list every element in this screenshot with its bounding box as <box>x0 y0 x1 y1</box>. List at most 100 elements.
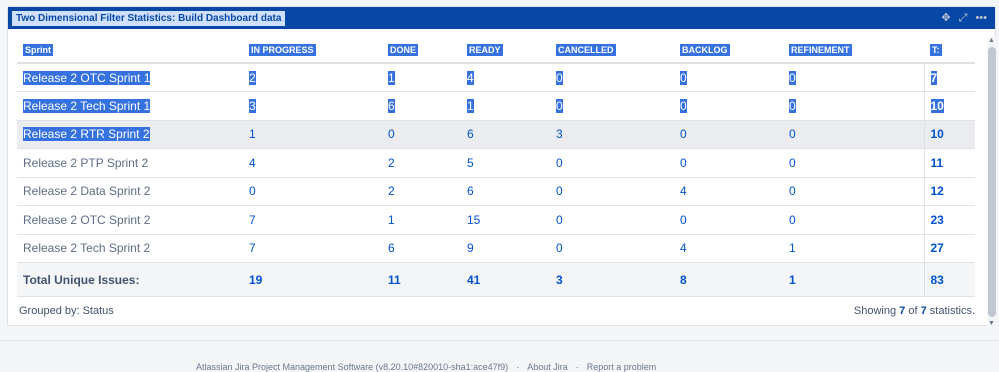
table-cell[interactable]: 0 <box>789 63 924 92</box>
table-row: Release 2 OTC Sprint 1 2 1 4 0 0 0 7 <box>17 63 975 92</box>
table-row: Release 2 OTC Sprint 2 7 1 15 0 0 0 23 <box>17 205 975 235</box>
summary-total[interactable]: 83 <box>923 262 975 297</box>
gadget-title: Two Dimensional Filter Statistics: Build… <box>12 10 286 26</box>
table-row: Release 2 RTR Sprint 2 1 0 6 3 0 0 10 <box>17 120 975 149</box>
row-total[interactable]: 10 <box>923 91 975 121</box>
table-cell[interactable]: 4 <box>680 177 789 206</box>
showing-statistics: Showing 7 of 7 statistics. <box>853 305 975 317</box>
row-label[interactable]: Release 2 OTC Sprint 2 <box>17 205 249 235</box>
gadget: Two Dimensional Filter Statistics: Build… <box>7 6 997 327</box>
table-cell[interactable]: 1 <box>388 205 467 235</box>
table-cell[interactable]: 7 <box>249 234 388 263</box>
table-cell[interactable]: 2 <box>249 63 388 92</box>
row-total[interactable]: 27 <box>923 234 975 263</box>
row-total[interactable]: 7 <box>923 63 975 92</box>
table-cell[interactable]: 6 <box>388 91 467 121</box>
table-cell[interactable]: 0 <box>789 120 924 149</box>
column-header-done[interactable]: DONE <box>388 37 467 63</box>
summary-row: Total Unique Issues: 19 11 41 3 8 1 83 <box>17 262 975 297</box>
row-label[interactable]: Release 2 RTR Sprint 2 <box>17 120 249 149</box>
scrollbar-thumb[interactable] <box>988 47 996 317</box>
table-row: Release 2 Data Sprint 2 0 2 6 0 4 0 12 <box>17 177 975 206</box>
vertical-scrollbar[interactable]: ▲ ▼ <box>987 37 997 327</box>
column-header-sprint[interactable]: Sprint <box>17 37 249 63</box>
table-cell[interactable]: 4 <box>249 148 388 178</box>
table-row: Release 2 Tech Sprint 1 3 6 1 0 0 0 10 <box>17 91 975 121</box>
gadget-tools: ✥ ⤢ ••• <box>941 10 987 26</box>
row-total[interactable]: 10 <box>923 120 975 149</box>
table-cell[interactable]: 4 <box>680 234 789 263</box>
scroll-up-icon[interactable]: ▲ <box>988 37 995 44</box>
table-cell[interactable]: 15 <box>467 205 556 235</box>
table-cell[interactable]: 0 <box>789 177 924 206</box>
table-row: Release 2 Tech Sprint 2 7 6 9 0 4 1 27 <box>17 234 975 263</box>
summary-cell[interactable]: 19 <box>249 262 388 297</box>
table-cell[interactable]: 3 <box>556 120 680 149</box>
column-header-cancelled[interactable]: CANCELLED <box>556 37 680 63</box>
table-cell[interactable]: 0 <box>556 91 680 121</box>
column-header-refinement[interactable]: REFINEMENT <box>789 37 924 63</box>
table-cell[interactable]: 0 <box>556 63 680 92</box>
summary-cell[interactable]: 8 <box>680 262 789 297</box>
table-cell[interactable]: 0 <box>680 63 789 92</box>
table-cell[interactable]: 2 <box>388 177 467 206</box>
expand-icon[interactable]: ⤢ <box>959 10 968 26</box>
table-cell[interactable]: 5 <box>467 148 556 178</box>
table-cell[interactable]: 3 <box>249 91 388 121</box>
table-cell[interactable]: 0 <box>680 91 789 121</box>
row-total[interactable]: 12 <box>923 177 975 206</box>
summary-cell[interactable]: 1 <box>789 262 924 297</box>
table-cell[interactable]: 0 <box>556 205 680 235</box>
row-label[interactable]: Release 2 Tech Sprint 2 <box>17 234 249 263</box>
column-header-total[interactable]: T: <box>924 37 975 63</box>
table-cell[interactable]: 6 <box>388 234 467 263</box>
table-cell[interactable]: 0 <box>249 177 388 206</box>
footer-separator: · <box>575 362 579 372</box>
row-label[interactable]: Release 2 PTP Sprint 2 <box>17 148 249 178</box>
table-cell[interactable]: 2 <box>388 148 467 178</box>
column-header-ready[interactable]: READY <box>467 37 556 63</box>
statistics-table: Sprint IN PROGRESS DONE READY CANCELLED … <box>17 37 975 297</box>
gadget-titlebar: Two Dimensional Filter Statistics: Build… <box>8 7 995 29</box>
summary-cell[interactable]: 41 <box>467 262 556 297</box>
report-problem-link[interactable]: Report a problem <box>587 362 657 372</box>
table-cell[interactable]: 0 <box>789 205 924 235</box>
table-cell[interactable]: 0 <box>680 148 789 178</box>
table-cell[interactable]: 9 <box>467 234 556 263</box>
summary-cell[interactable]: 11 <box>388 262 467 297</box>
table-cell[interactable]: 6 <box>467 120 556 149</box>
row-total[interactable]: 11 <box>923 148 975 178</box>
table-cell[interactable]: 0 <box>556 148 680 178</box>
table-header-row: Sprint IN PROGRESS DONE READY CANCELLED … <box>17 37 975 63</box>
row-label[interactable]: Release 2 OTC Sprint 1 <box>17 63 249 92</box>
table-cell[interactable]: 0 <box>388 120 467 149</box>
row-total[interactable]: 23 <box>923 205 975 235</box>
summary-cell[interactable]: 3 <box>556 262 680 297</box>
table-cell[interactable]: 1 <box>467 91 556 121</box>
column-header-in-progress[interactable]: IN PROGRESS <box>249 37 388 63</box>
table-cell[interactable]: 1 <box>249 120 388 149</box>
table-cell[interactable]: 1 <box>789 234 924 263</box>
grouped-by-label: Grouped by: Status <box>19 305 114 317</box>
table-row: Release 2 PTP Sprint 2 4 2 5 0 0 0 11 <box>17 148 975 178</box>
table-cell[interactable]: 0 <box>680 120 789 149</box>
scroll-down-icon[interactable]: ▼ <box>988 320 995 327</box>
table-cell[interactable]: 7 <box>249 205 388 235</box>
table-cell[interactable]: 0 <box>556 234 680 263</box>
page-footer: Atlassian Jira Project Management Softwa… <box>0 340 999 372</box>
table-cell[interactable]: 0 <box>789 91 924 121</box>
footer-separator: · <box>516 362 520 372</box>
software-version: Atlassian Jira Project Management Softwa… <box>196 362 509 372</box>
table-cell[interactable]: 1 <box>388 63 467 92</box>
more-icon[interactable]: ••• <box>975 10 987 26</box>
table-cell[interactable]: 0 <box>556 177 680 206</box>
row-label[interactable]: Release 2 Data Sprint 2 <box>17 177 249 206</box>
table-cell[interactable]: 0 <box>680 205 789 235</box>
move-icon[interactable]: ✥ <box>941 10 950 26</box>
table-cell[interactable]: 6 <box>467 177 556 206</box>
about-jira-link[interactable]: About Jira <box>527 362 568 372</box>
table-cell[interactable]: 0 <box>789 148 924 178</box>
row-label[interactable]: Release 2 Tech Sprint 1 <box>17 91 249 121</box>
column-header-backlog[interactable]: BACKLOG <box>680 37 789 63</box>
table-cell[interactable]: 4 <box>467 63 556 92</box>
